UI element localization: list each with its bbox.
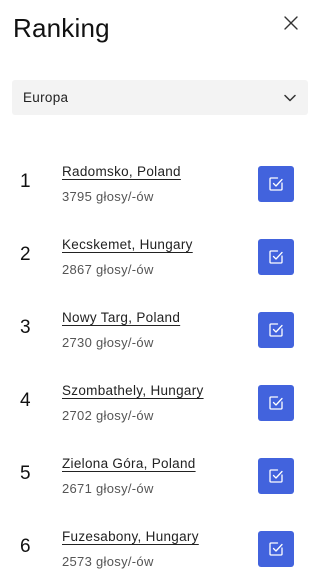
vote-count: 3795 głosy/-ów (62, 189, 154, 204)
vote-button[interactable] (258, 458, 294, 494)
close-icon (284, 16, 298, 30)
rank-number: 3 (20, 317, 31, 338)
vote-button[interactable] (258, 239, 294, 275)
region-select[interactable]: Europa (12, 80, 308, 115)
vote-count: 2702 głosy/-ów (62, 408, 154, 423)
ranking-list: 1 Radomsko, Poland 3795 głosy/-ów 2 Kecs… (0, 145, 320, 583)
rank-number: 1 (20, 171, 31, 192)
rank-number: 2 (20, 244, 31, 265)
vote-count: 2671 głosy/-ów (62, 481, 154, 496)
vote-count: 2730 głosy/-ów (62, 335, 154, 350)
check-square-icon (269, 396, 283, 410)
chevron-down-icon (284, 94, 296, 102)
city-link[interactable]: Nowy Targ, Poland (62, 309, 180, 326)
page-title: Ranking (13, 13, 110, 43)
check-square-icon (269, 542, 283, 556)
rank-number: 4 (20, 390, 31, 411)
vote-button[interactable] (258, 531, 294, 567)
check-square-icon (269, 250, 283, 264)
city-link[interactable]: Kecskemet, Hungary (62, 236, 193, 253)
vote-count: 2573 głosy/-ów (62, 554, 154, 569)
ranking-row: 1 Radomsko, Poland 3795 głosy/-ów (0, 145, 320, 218)
region-select-value: Europa (23, 90, 69, 105)
vote-count: 2867 głosy/-ów (62, 262, 154, 277)
check-square-icon (269, 469, 283, 483)
check-square-icon (269, 323, 283, 337)
ranking-row: 2 Kecskemet, Hungary 2867 głosy/-ów (0, 218, 320, 291)
check-square-icon (269, 177, 283, 191)
vote-button[interactable] (258, 166, 294, 202)
ranking-row: 3 Nowy Targ, Poland 2730 głosy/-ów (0, 291, 320, 364)
city-link[interactable]: Zielona Góra, Poland (62, 455, 196, 472)
ranking-row: 6 Fuzesabony, Hungary 2573 głosy/-ów (0, 510, 320, 583)
city-link[interactable]: Radomsko, Poland (62, 163, 181, 180)
ranking-row: 5 Zielona Góra, Poland 2671 głosy/-ów (0, 437, 320, 510)
ranking-row: 4 Szombathely, Hungary 2702 głosy/-ów (0, 364, 320, 437)
vote-button[interactable] (258, 312, 294, 348)
rank-number: 5 (20, 463, 31, 484)
city-link[interactable]: Fuzesabony, Hungary (62, 528, 199, 545)
city-link[interactable]: Szombathely, Hungary (62, 382, 204, 399)
vote-button[interactable] (258, 385, 294, 421)
rank-number: 6 (20, 536, 31, 557)
close-button[interactable] (280, 12, 302, 34)
